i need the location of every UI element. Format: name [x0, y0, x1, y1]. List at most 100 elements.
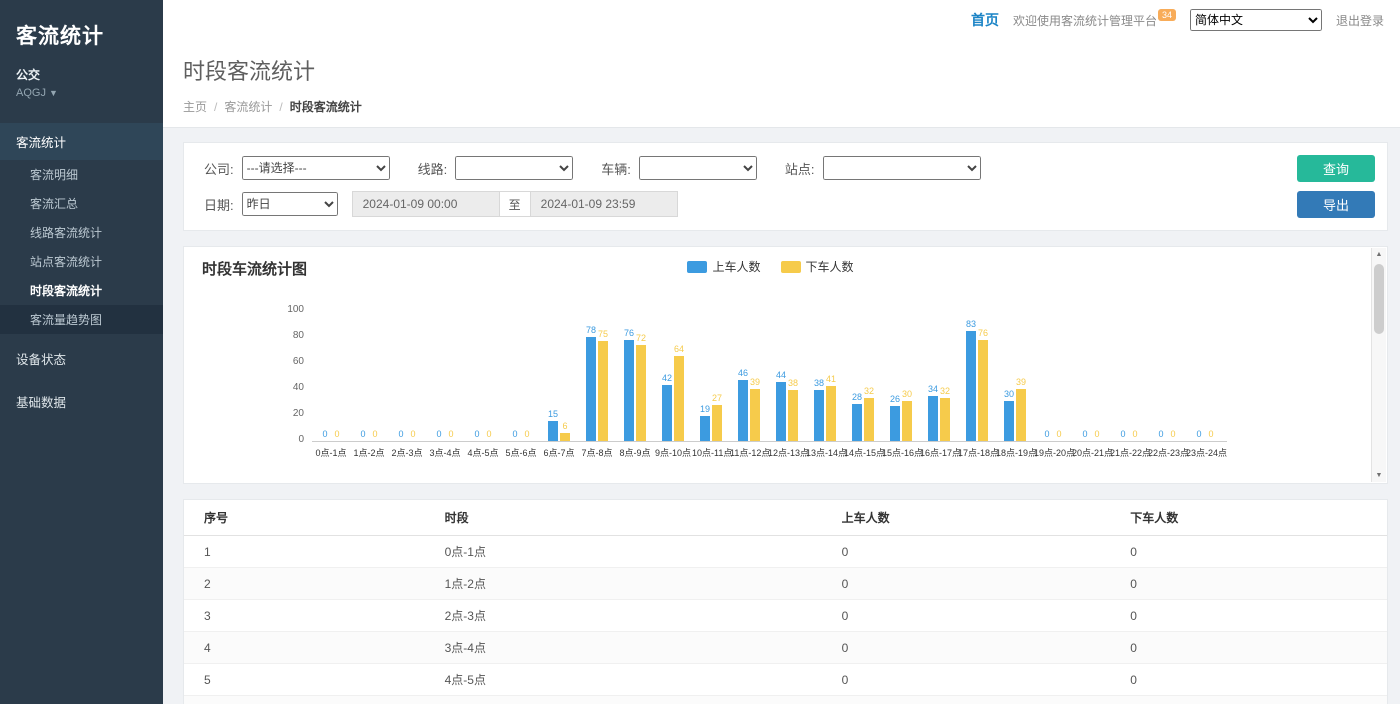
sidebar-section-2[interactable]: 基础数据 [0, 383, 163, 420]
table-cell: 4 [184, 632, 425, 664]
vehicle-select[interactable] [639, 156, 757, 180]
bar[interactable] [776, 382, 786, 441]
chart-y-axis: 100806040200 [272, 305, 304, 445]
org-code-dropdown[interactable]: AQGJ▼ [16, 87, 147, 99]
scrollbar-thumb[interactable] [1374, 264, 1384, 334]
legend-item[interactable]: 下车人数 [781, 258, 854, 275]
bar-column: 0 [1118, 309, 1128, 441]
bar-value-label: 0 [1120, 430, 1125, 439]
x-axis-label: 13点-14点 [806, 446, 844, 459]
bar-column: 30 [902, 309, 912, 441]
bar[interactable] [890, 406, 900, 441]
table-cell: 1点-2点 [425, 568, 822, 600]
logout-link[interactable]: 退出登录 [1336, 12, 1384, 29]
bar[interactable] [712, 405, 722, 441]
bar-group: 00 [502, 309, 540, 441]
bar-value-label: 26 [890, 395, 900, 404]
bar[interactable] [966, 331, 976, 441]
bar[interactable] [864, 398, 874, 441]
vehicle-label: 车辆: [601, 159, 631, 178]
legend-item[interactable]: 上车人数 [687, 258, 760, 275]
date-from-input[interactable] [352, 191, 500, 217]
sidebar-section-1[interactable]: 设备状态 [0, 340, 163, 377]
bar[interactable] [902, 401, 912, 441]
table-row[interactable]: 54点-5点00 [184, 664, 1387, 696]
table-row[interactable]: 65点-6点00 [184, 696, 1387, 704]
chart-scrollbar[interactable]: ▲ ▼ [1371, 248, 1386, 482]
company-select[interactable]: ---请选择--- [242, 156, 390, 180]
bar-group: 00 [1186, 309, 1224, 441]
bar[interactable] [738, 380, 748, 441]
bar[interactable] [814, 390, 824, 441]
date-to-input[interactable] [530, 191, 678, 217]
table-row[interactable]: 32点-3点00 [184, 600, 1387, 632]
bar-column: 41 [826, 309, 836, 441]
bar-column: 0 [484, 309, 494, 441]
sidebar-item[interactable]: 站点客流统计 [0, 247, 163, 276]
bar-value-label: 44 [776, 371, 786, 380]
query-button[interactable]: 查询 [1297, 155, 1375, 182]
bar-column: 28 [852, 309, 862, 441]
bar[interactable] [624, 340, 634, 441]
scroll-down-icon[interactable]: ▼ [1376, 469, 1383, 482]
table-row[interactable]: 10点-1点00 [184, 536, 1387, 568]
bar[interactable] [700, 416, 710, 441]
bar[interactable] [1004, 401, 1014, 441]
bar[interactable] [636, 345, 646, 441]
line-select[interactable] [455, 156, 573, 180]
sidebar-item[interactable]: 客流明细 [0, 160, 163, 189]
date-range-group: 至 [352, 191, 678, 217]
bar-column: 32 [864, 309, 874, 441]
bar[interactable] [750, 389, 760, 441]
bar-value-label: 0 [1158, 430, 1163, 439]
y-axis-tick: 80 [272, 331, 304, 341]
notification-badge[interactable]: 34 [1158, 9, 1176, 21]
sidebar-item[interactable]: 客流汇总 [0, 189, 163, 218]
bar[interactable] [674, 356, 684, 441]
bar-group: 3039 [996, 309, 1034, 441]
export-button[interactable]: 导出 [1297, 191, 1375, 218]
bar[interactable] [1016, 389, 1026, 441]
language-select[interactable]: 简体中文 [1190, 9, 1322, 31]
bar-column: 0 [1168, 309, 1178, 441]
chart-legend: 上车人数 下车人数 [184, 258, 1357, 275]
table-row[interactable]: 21点-2点00 [184, 568, 1387, 600]
bar[interactable] [662, 385, 672, 441]
bar[interactable] [788, 390, 798, 441]
scroll-up-icon[interactable]: ▲ [1376, 248, 1383, 261]
bar-column: 0 [1080, 309, 1090, 441]
station-label: 站点: [785, 159, 815, 178]
bar[interactable] [940, 398, 950, 441]
sidebar-item[interactable]: 客流量趋势图 [0, 305, 163, 334]
bar-group: 4264 [654, 309, 692, 441]
bar-value-label: 15 [548, 410, 558, 419]
bar[interactable] [586, 337, 596, 441]
filter-panel: 公司: ---请选择--- 线路: 车辆: 站点: [183, 142, 1388, 231]
bar[interactable] [928, 396, 938, 441]
x-axis-label: 10点-11点 [692, 446, 730, 459]
bar-value-label: 0 [1056, 430, 1061, 439]
station-select[interactable] [823, 156, 981, 180]
bar[interactable] [548, 421, 558, 441]
bar[interactable] [826, 386, 836, 441]
bar-group: 2832 [844, 309, 882, 441]
date-preset-select[interactable]: 昨日 [242, 192, 338, 216]
chart-panel: 时段车流统计图 上车人数下车人数 100806040200 0000000000… [183, 246, 1388, 484]
bar[interactable] [560, 433, 570, 441]
bar[interactable] [852, 404, 862, 441]
sidebar-item[interactable]: 时段客流统计 [0, 276, 163, 305]
breadcrumb-item[interactable]: 主页 [183, 100, 207, 114]
bar[interactable] [598, 341, 608, 441]
home-link[interactable]: 首页 [971, 10, 999, 30]
bar[interactable] [978, 340, 988, 441]
table-row[interactable]: 43点-4点00 [184, 632, 1387, 664]
bar-column: 19 [700, 309, 710, 441]
bar-column: 0 [408, 309, 418, 441]
sidebar-item[interactable]: 线路客流统计 [0, 218, 163, 247]
sidebar-section-0[interactable]: 客流统计 [0, 123, 163, 160]
table-cell: 0 [822, 632, 1111, 664]
bar-value-label: 41 [826, 375, 836, 384]
bar-column: 0 [522, 309, 532, 441]
breadcrumb-item[interactable]: 客流统计 [224, 100, 272, 114]
bar-value-label: 0 [1044, 430, 1049, 439]
